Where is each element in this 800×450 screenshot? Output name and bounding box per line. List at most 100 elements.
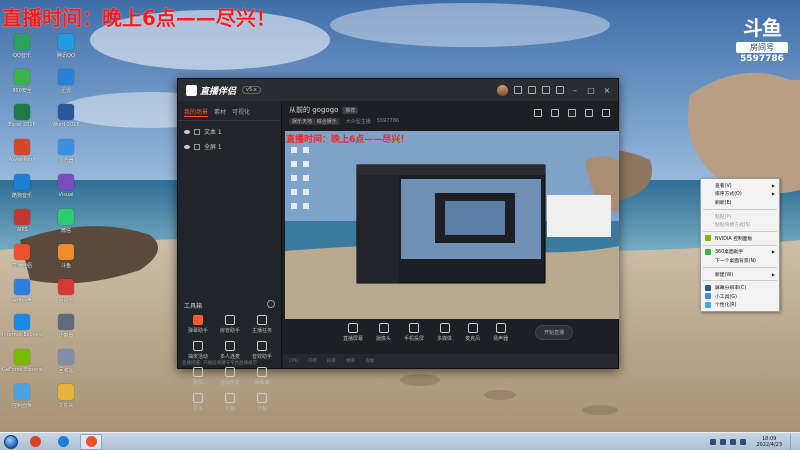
desktop-icon[interactable]: WPS xyxy=(2,209,42,244)
toolbox-item[interactable]: 更多 xyxy=(182,393,214,419)
menu-item-icon xyxy=(705,301,711,308)
desktop-icon[interactable]: PowerPoint xyxy=(2,139,42,174)
app-icon xyxy=(14,209,30,225)
maximize-button[interactable]: □ xyxy=(586,86,596,95)
desktop-icon[interactable]: 百度网盘 xyxy=(2,279,42,314)
clock[interactable]: 18:09 2022/4/23 xyxy=(756,436,782,448)
context-menu-item[interactable]: 屏幕分辨率(C) xyxy=(701,283,779,292)
room-category[interactable]: 娱乐天地 · 综合娱乐 xyxy=(289,118,340,125)
start-button[interactable] xyxy=(4,434,18,449)
tray-flag-icon[interactable] xyxy=(730,438,737,445)
show-desktop-button[interactable] xyxy=(790,433,796,450)
toolbox-item[interactable]: 礼物 xyxy=(214,393,246,419)
bell-icon[interactable] xyxy=(585,109,593,117)
gift-icon[interactable] xyxy=(534,109,542,117)
context-menu-item[interactable]: 排序方式(O) ▶ xyxy=(701,190,779,199)
stream-preview[interactable]: 直播时间：晚上6点——尽兴！ xyxy=(285,131,619,319)
minimize-button[interactable]: – xyxy=(570,86,580,95)
menu-item-label: 小工具(G) xyxy=(715,294,737,300)
desktop-icon[interactable]: 360安全 xyxy=(2,69,42,104)
tray-network-icon[interactable] xyxy=(710,438,717,445)
menu-icon[interactable] xyxy=(556,86,564,94)
desktop-icon[interactable]: 腾讯QQ xyxy=(46,34,86,69)
submenu-arrow-icon: ▶ xyxy=(771,191,775,197)
live-companion-window[interactable]: 直播伴侣 v5.x – □ × 我的场景 素材 可视化 文本 1 全屏 1 工具箱 弹… xyxy=(177,78,619,412)
context-menu-item[interactable]: 360桌面助手 ▶ xyxy=(701,248,779,257)
tool-icon xyxy=(257,393,267,403)
desktop-icon[interactable]: Visual xyxy=(46,174,86,209)
room-title[interactable]: 从前的 gogogo xyxy=(289,105,338,115)
taskbar-live-companion[interactable] xyxy=(80,433,102,450)
toolbox-item[interactable]: 录屏 xyxy=(182,367,214,393)
left-tab[interactable]: 可视化 xyxy=(232,107,250,117)
settings-icon[interactable] xyxy=(528,86,536,94)
desktop-icon[interactable]: 控制面板 xyxy=(2,384,42,419)
scene-item[interactable]: 全屏 1 xyxy=(178,139,281,154)
desktop-icon[interactable]: Word 2016 xyxy=(46,104,86,139)
source-control[interactable]: 摄像头 xyxy=(376,322,391,342)
eye-icon[interactable] xyxy=(184,144,190,149)
toolbox-item[interactable]: 房管助手 xyxy=(214,315,246,341)
start-live-button[interactable]: 开始直播 xyxy=(535,324,574,340)
desktop-icon[interactable]: 直播伴侣 xyxy=(2,244,42,279)
message-icon[interactable] xyxy=(514,86,522,94)
desktop-icon[interactable]: GeForce Experience xyxy=(2,349,42,384)
app-name: 直播伴侣 xyxy=(200,86,237,97)
context-menu-item[interactable]: 刷新(E) xyxy=(701,198,779,207)
source-control[interactable]: 麦克风 xyxy=(465,322,480,342)
context-menu-item[interactable]: 下一个桌面背景(N) xyxy=(701,256,779,265)
lock-icon[interactable] xyxy=(194,143,200,150)
toolbox-item[interactable]: 虚拟形象 xyxy=(214,367,246,393)
desktop-icon[interactable]: 浏览器 xyxy=(46,139,86,174)
menu-item-label: 新建(W) xyxy=(715,272,734,278)
desktop-icon[interactable]: Internet Explorer xyxy=(2,314,42,349)
desktop-icon[interactable]: Excel 2016 xyxy=(2,104,42,139)
desktop-icon[interactable]: 计算器 xyxy=(46,314,86,349)
lock-icon[interactable] xyxy=(551,109,559,117)
context-menu-item[interactable]: 小工具(G) xyxy=(701,292,779,301)
left-tab[interactable]: 我的场景 xyxy=(184,107,209,117)
desktop-icon[interactable]: 网易云 xyxy=(46,279,86,314)
taskbar-kugou[interactable] xyxy=(52,434,74,450)
douyu-logo: 斗鱼 xyxy=(743,16,782,40)
skin-icon[interactable] xyxy=(542,86,550,94)
desktop-icon[interactable]: 迅雷 xyxy=(46,69,86,104)
toolbox-settings-icon[interactable] xyxy=(267,300,275,308)
close-button[interactable]: × xyxy=(602,86,612,95)
taskbar-user-app[interactable] xyxy=(24,434,46,450)
context-menu-item[interactable]: 个性化(R) xyxy=(701,301,779,310)
left-tab[interactable]: 素材 xyxy=(214,107,226,117)
avatar[interactable] xyxy=(497,84,508,96)
context-menu-item[interactable]: NVIDIA 控制面板 xyxy=(701,234,779,243)
source-control[interactable]: 扬声器 xyxy=(493,322,508,342)
source-control[interactable]: 直播屏幕 xyxy=(343,322,363,342)
toolbox-item[interactable]: 弹幕库 xyxy=(246,367,278,393)
toolbox-item[interactable]: 主播任务 xyxy=(246,315,278,341)
context-menu-item[interactable]: 新建(W) ▶ xyxy=(701,270,779,279)
source-control[interactable]: 多媒体 xyxy=(437,322,453,342)
eye-icon[interactable] xyxy=(184,129,190,134)
desktop-icon[interactable]: 微信 xyxy=(46,209,86,244)
app-titlebar[interactable]: 直播伴侣 v5.x – □ × xyxy=(178,79,618,101)
tray-volume-icon[interactable] xyxy=(720,438,727,445)
app-icon xyxy=(58,314,74,330)
toolbox-item[interactable]: 弹幕助手 xyxy=(182,315,214,341)
camera-icon[interactable] xyxy=(568,109,576,117)
context-menu-item[interactable]: 查看(V) ▶ xyxy=(701,181,779,190)
app-logo: 直播伴侣 xyxy=(186,84,236,97)
desktop-icon[interactable]: 回收站 xyxy=(46,349,86,384)
scene-item[interactable]: 文本 1 xyxy=(178,124,281,139)
desktop-icon[interactable]: 文件夹 xyxy=(46,384,86,419)
desktop-icon[interactable]: QQ音乐 xyxy=(2,34,42,69)
desktop-icon[interactable]: 酷狗音乐 xyxy=(2,174,42,209)
desktop-icon-label: 酷狗音乐 xyxy=(11,193,32,199)
desktop-icon-label: 控制面板 xyxy=(11,403,32,409)
lock-icon[interactable] xyxy=(194,128,200,135)
toolbox-item[interactable]: 下载 xyxy=(246,393,278,419)
control-label: 多媒体 xyxy=(437,335,453,342)
tray-input-icon[interactable] xyxy=(740,438,747,445)
source-control[interactable]: 手机投屏 xyxy=(404,322,424,342)
desktop-icon-label: 360安全 xyxy=(12,88,32,94)
desktop-icon[interactable]: 斗鱼 xyxy=(46,244,86,279)
share-icon[interactable] xyxy=(602,109,610,117)
